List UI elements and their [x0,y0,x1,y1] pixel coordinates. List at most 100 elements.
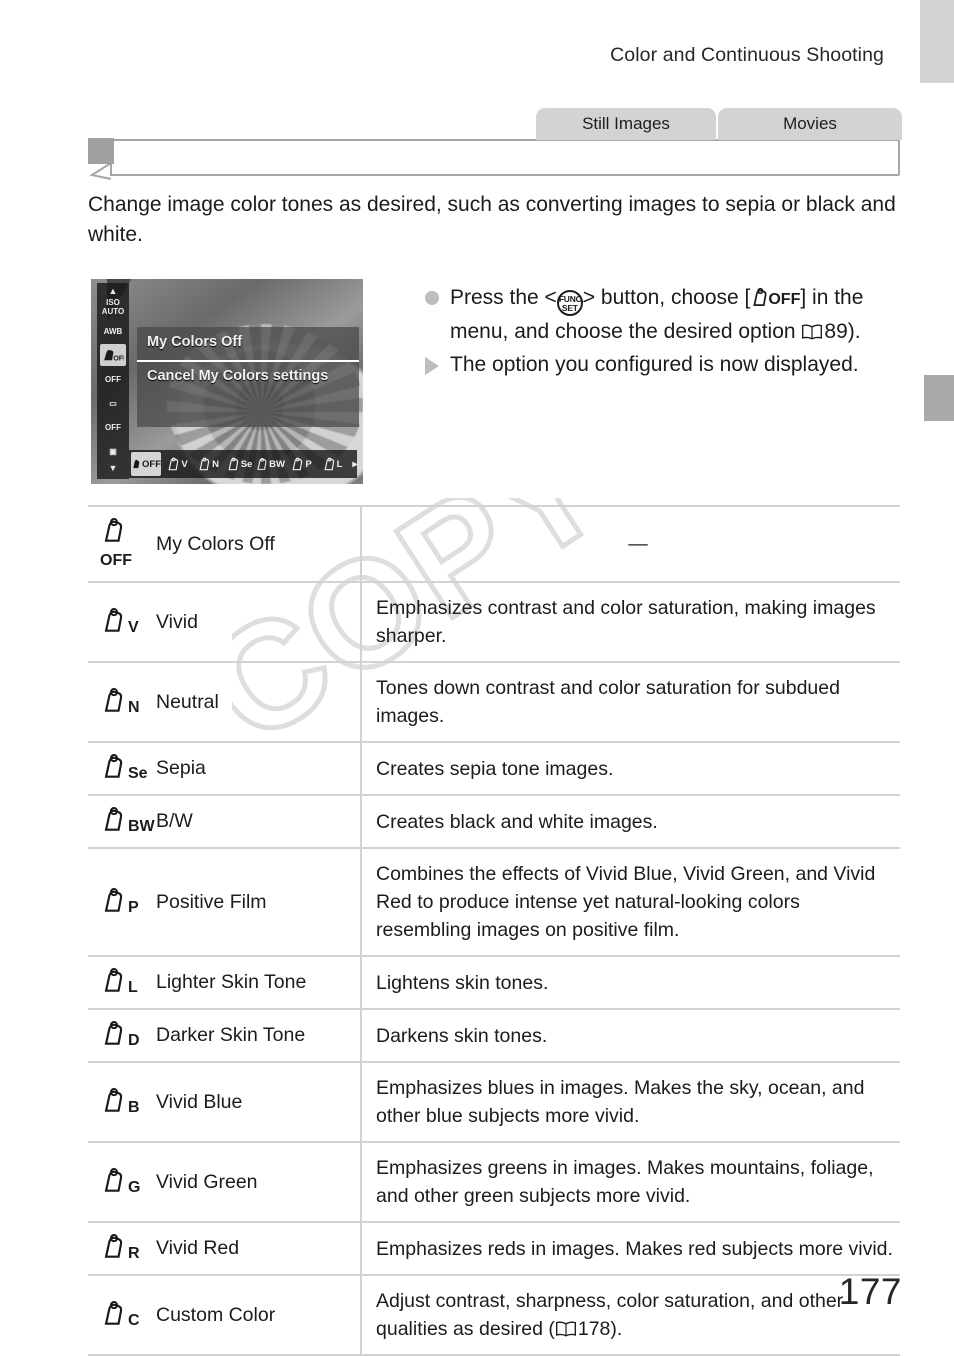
row-icon-cell: R [88,1222,156,1275]
instruction-item-1: Press the < FUNC. SET > button, choose [OF… [425,282,903,347]
palette-icon: OFF [104,349,124,362]
table-row: OFF My Colors Off — [88,506,900,582]
table-row: G Vivid Green Emphasizes greens in image… [88,1142,900,1222]
palette-icon [104,1300,123,1325]
tab-still-images: Still Images [536,108,716,140]
svg-text:OFF: OFF [113,353,124,362]
table-row: D Darker Skin Tone Darkens skin tones. [88,1009,900,1062]
book-reference-icon [555,1321,576,1337]
row-icon-subscript: B [128,1098,140,1116]
instruction-item-2: The option you configured is now display… [425,349,903,380]
row-icon-cell: Se [88,742,156,795]
row-name: Darker Skin Tone [156,1009,362,1062]
lcd-side-icon-metering: ▣ [109,446,117,456]
lcd-option-bar: OFF V N Se BW P L ▸ [129,450,358,478]
row-description: Creates sepia tone images. [376,757,614,780]
instruction-1-tail: ). [847,320,861,343]
palette-icon [104,607,123,632]
row-icon-cell: C [88,1275,156,1355]
camera-lcd-screenshot: ▲ ISO AUTO AWB OFF OFF ▭ OFF ▣ ▼ My Colo… [91,279,363,484]
instruction-text-2: The option you configured is now display… [450,353,859,376]
row-name: B/W [156,795,362,848]
palette-icon [199,457,210,471]
row-description: Creates black and white images. [376,810,658,833]
lcd-option-lighter-skin-tone: L [317,452,347,476]
row-icon-subscript: Se [128,765,148,782]
palette-icon [228,457,238,471]
row-icon-subscript: L [128,979,138,996]
row-description: Tones down contrast and color saturation… [376,677,840,727]
row-name: Vivid Green [156,1142,362,1222]
row-description: Emphasizes greens in images. Makes mount… [376,1157,874,1207]
row-icon-cell: V [88,582,156,662]
table-row: BW B/W Creates black and white images. [88,795,900,848]
row-icon-cell: OFF [88,506,156,582]
row-icon-subscript: C [128,1311,140,1329]
lcd-scroll-up-arrow: ▲ [108,286,118,296]
title-bar-flag [88,138,114,164]
section-title-bar [110,139,900,176]
instruction-list: Press the < FUNC. SET > button, choose [OF… [425,282,903,382]
row-icon-cell: G [88,1142,156,1222]
table-row: C Custom Color Adjust contrast, sharpnes… [88,1275,900,1355]
row-icon-subscript: OFF [100,552,132,569]
palette-icon [324,457,334,471]
bullet-dot-icon [425,291,439,305]
instruction-1-pre: Press the < [450,286,557,309]
row-icon-cell: B [88,1062,156,1142]
row-icon-cell: N [88,662,156,742]
func-set-button-icon: FUNC. SET [556,290,584,316]
book-reference-icon [802,324,823,340]
palette-icon [292,457,303,471]
row-icon-subscript: G [128,1178,141,1196]
instruction-text-1: Press the < FUNC. SET > button, choose [OF… [450,282,903,347]
my-colors-options-table: OFF My Colors Off — V Vivid Emphasizes c… [88,505,900,1356]
instruction-1-ref-page: 89 [824,320,848,343]
palette-icon [257,458,267,470]
palette-icon [104,807,123,831]
lcd-menu-body: Cancel My Colors settings [147,368,329,384]
lcd-side-icon-mycolors: OFF [100,344,126,366]
lcd-option-sepia: Se [224,452,254,476]
lcd-option-neutral: N [193,452,223,476]
row-description: Combines the effects of Vivid Blue, Vivi… [376,863,876,941]
row-name: Vivid Blue [156,1062,362,1142]
palette-icon [104,1167,123,1192]
palette-icon [104,754,123,778]
mode-tabs: Still Images Movies [536,108,902,140]
row-icon-subscript: N [128,698,140,716]
row-description: Emphasizes reds in images. Makes red sub… [376,1237,893,1260]
edge-chapter-tab-top [920,0,954,83]
lcd-side-icon-whitebalance: AWB [103,326,123,336]
row-icon-subscript: D [128,1032,140,1049]
row-icon-subscript: P [128,898,139,916]
page-header: Color and Continuous Shooting [610,44,884,66]
instruction-1-mid: > button, choose [ [582,286,751,309]
bullet-triangle-icon [425,357,439,375]
palette-icon [104,1021,123,1045]
row-name: Positive Film [156,848,362,956]
row-icon-subscript: R [128,1245,140,1262]
edge-chapter-tab-current [924,375,954,421]
row-icon-cell: P [88,848,156,956]
row-icon-cell: D [88,1009,156,1062]
row-name: Sepia [156,742,362,795]
table-row: L Lighter Skin Tone Lightens skin tones. [88,956,900,1009]
lcd-option-bw: BW [255,452,285,476]
palette-icon [104,1234,123,1258]
row-description: Lightens skin tones. [376,971,549,994]
palette-icon [104,1087,123,1112]
lcd-option-next-arrow-icon: ▸ [352,458,358,470]
palette-icon [753,288,767,306]
row-description: — [628,533,648,555]
table-row: N Neutral Tones down contrast and color … [88,662,900,742]
lcd-func-side-column: ▲ ISO AUTO AWB OFF OFF ▭ OFF ▣ ▼ [97,283,129,479]
row-desc-post: ). [610,1318,623,1340]
row-name: Vivid Red [156,1222,362,1275]
row-name: Neutral [156,662,362,742]
palette-icon [133,459,140,469]
palette-icon [168,457,179,471]
lcd-side-icon-iso: ISO AUTO [101,298,125,316]
row-description: Emphasizes contrast and color saturation… [376,597,876,647]
table-row: R Vivid Red Emphasizes reds in images. M… [88,1222,900,1275]
